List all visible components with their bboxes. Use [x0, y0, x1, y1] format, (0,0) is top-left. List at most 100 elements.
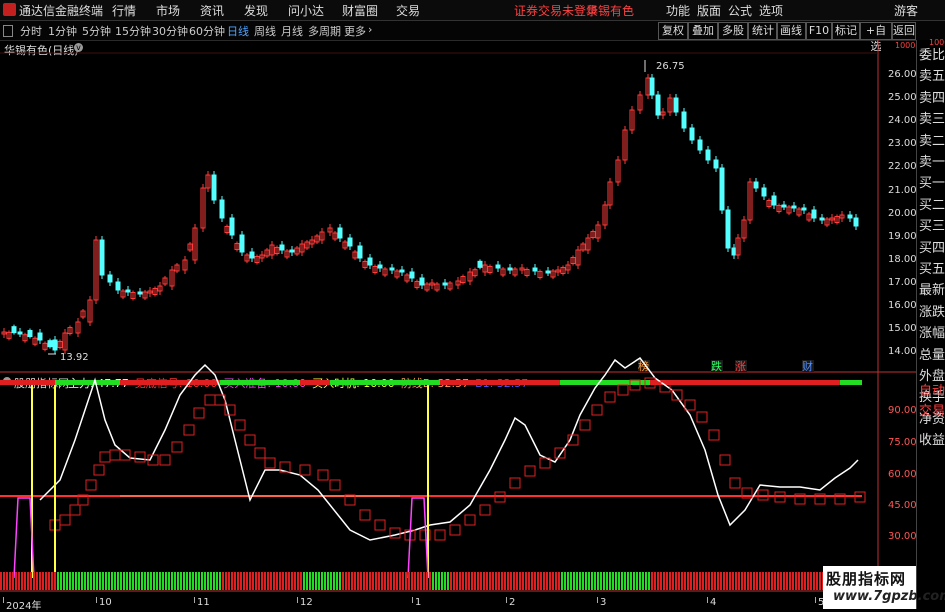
period-more[interactable]: 更多: [344, 23, 366, 39]
guest-button[interactable]: 游客: [894, 2, 918, 19]
sidebar-item-3[interactable]: 卖三: [918, 110, 945, 130]
signal-strip-bar: [795, 572, 797, 590]
x-axis-tick: [597, 597, 598, 603]
sidebar-item-19[interactable]: 自动: [918, 382, 945, 402]
period-1min[interactable]: 1分钟: [48, 23, 77, 39]
defense-step: [193, 407, 205, 419]
app-title: 通达信金融终端: [19, 4, 104, 18]
candle-body: [239, 234, 245, 253]
sidebar-item-6[interactable]: 买一: [918, 174, 945, 194]
signal-strip-bar: [489, 572, 491, 590]
period-30min[interactable]: 30分钟: [152, 23, 188, 39]
diejia-button[interactable]: 叠加: [688, 22, 718, 40]
sidebar-item-14[interactable]: 总量: [918, 346, 945, 366]
period-fenshi[interactable]: 分时: [20, 23, 42, 39]
period-daily[interactable]: 日线: [227, 23, 249, 39]
sidebar-item-18[interactable]: 收益: [918, 431, 945, 451]
x-axis-label: 2024年: [6, 601, 42, 612]
sidebar-item-0[interactable]: 委比: [918, 46, 945, 66]
menu-hangqing[interactable]: 行情: [112, 2, 136, 19]
menu-banmian[interactable]: 版面: [697, 2, 721, 19]
candle-body: [781, 204, 787, 208]
candle-body: [532, 267, 538, 272]
period-multi[interactable]: 多周期: [308, 23, 341, 39]
biaoji-button[interactable]: 标记: [832, 22, 860, 40]
tongji-button[interactable]: 统计: [748, 22, 778, 40]
sidebar-item-12[interactable]: 涨跌: [918, 303, 945, 323]
signal-strip-bar: [12, 572, 14, 590]
signal-strip-bar: [477, 572, 479, 590]
signal-strip-bar: [522, 572, 524, 590]
fuquan-button[interactable]: 复权: [658, 22, 688, 40]
period-monthly[interactable]: 月线: [281, 23, 303, 39]
signal-strip-bar: [243, 572, 245, 590]
menu-wenxiaoda[interactable]: 问小达: [288, 2, 324, 19]
period-15min[interactable]: 15分钟: [115, 23, 151, 39]
indicator-y-tick: 30.00: [888, 531, 917, 542]
sidebar-item-9[interactable]: 买四: [918, 239, 945, 259]
signal-strip-bar: [666, 572, 668, 590]
menu-zixun[interactable]: 资讯: [200, 2, 224, 19]
duogu-button[interactable]: 多股: [718, 22, 748, 40]
menu-gongshi[interactable]: 公式: [728, 2, 752, 19]
period-weekly[interactable]: 周线: [254, 23, 276, 39]
huaxian-button[interactable]: 画线: [776, 22, 806, 40]
f10-button[interactable]: F10: [806, 22, 832, 40]
signal-strip-bar: [261, 572, 263, 590]
menu-xuanxiang[interactable]: 选项: [759, 2, 783, 19]
signal-strip-bar: [720, 572, 722, 590]
period-5min[interactable]: 5分钟: [82, 23, 111, 39]
signal-strip-bar: [120, 572, 122, 590]
defense-step: [264, 457, 276, 469]
period-60min[interactable]: 60分钟: [189, 23, 225, 39]
chevron-right-icon[interactable]: ›: [368, 23, 372, 36]
sidebar-item-7[interactable]: 买二: [918, 196, 945, 216]
signal-strip-bar: [681, 572, 683, 590]
main-y-tick: 21.00: [888, 184, 917, 196]
sidebar-item-4[interactable]: 卖二: [918, 132, 945, 152]
candle-body: [719, 167, 725, 211]
sidebar-item-10[interactable]: 买五: [918, 260, 945, 280]
menu-caifuquan[interactable]: 财富圈: [342, 2, 378, 19]
signal-strip-bar: [18, 572, 20, 590]
menu-faxian[interactable]: 发现: [244, 2, 268, 19]
sidebar-item-20[interactable]: 交易: [918, 402, 945, 422]
signal-strip-bar: [180, 572, 182, 590]
sidebar-item-2[interactable]: 卖四: [918, 89, 945, 109]
signal-strip-bar: [792, 572, 794, 590]
sidebar-item-1[interactable]: 卖五: [918, 67, 945, 87]
sidebar-item-13[interactable]: 涨幅: [918, 324, 945, 344]
signal-strip-bar: [732, 572, 734, 590]
menu-shichang[interactable]: 市场: [156, 2, 180, 19]
signal-strip-bar: [15, 572, 17, 590]
sidebar-item-5[interactable]: 卖一: [918, 153, 945, 173]
sidebar-item-8[interactable]: 买三: [918, 217, 945, 237]
signal-strip-bar: [78, 572, 80, 590]
low-label: 13.92: [60, 352, 89, 363]
main-force-line: [39, 356, 859, 541]
signal-strip-bar: [54, 572, 56, 590]
signal-bar: [330, 380, 440, 385]
back-button[interactable]: 返回: [892, 22, 916, 40]
signal-strip-bar: [27, 572, 29, 590]
defense-step: [244, 434, 256, 446]
signal-strip-bar: [717, 572, 719, 590]
signal-strip-bar: [570, 572, 572, 590]
menu-gongneng[interactable]: 功能: [666, 2, 690, 19]
toolbar-toggle-icon[interactable]: [3, 25, 13, 37]
signal-strip-bar: [390, 572, 392, 590]
add-watchlist-button[interactable]: +自选: [860, 22, 892, 53]
sidebar-item-11[interactable]: 最新: [918, 281, 945, 301]
indicator-y-tick: 60.00: [888, 469, 917, 480]
kline-chart[interactable]: 26.75 13.92 1000 榜 跌涨 财: [0, 40, 916, 609]
signal-strip-bar: [123, 572, 125, 590]
candle-body: [853, 217, 859, 227]
menu-jiaoyi[interactable]: 交易: [396, 2, 420, 19]
signal-strip-bar: [156, 572, 158, 590]
stock-name-title: 华锡有色: [586, 4, 635, 18]
signal-strip-bar: [249, 572, 251, 590]
signal-strip-bar: [660, 572, 662, 590]
signal-strip-bar: [495, 572, 497, 590]
signal-strip-bar: [195, 572, 197, 590]
signal-strip-bar: [774, 572, 776, 590]
